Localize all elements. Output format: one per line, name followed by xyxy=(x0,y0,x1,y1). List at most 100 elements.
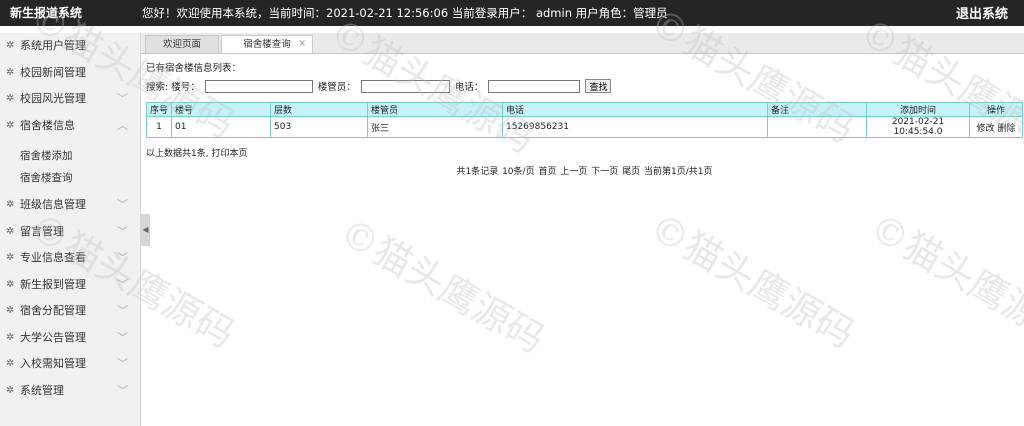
sidebar-item-dorm-allocation[interactable]: ✲ 宿舍分配管理 ﹀ xyxy=(0,298,140,325)
pager-per-page: 10条/页 xyxy=(502,167,535,177)
building-label: 楼号： xyxy=(171,82,200,93)
column-header: 楼号 xyxy=(171,102,271,117)
edit-link[interactable]: 修改 xyxy=(977,124,995,134)
column-header: 序号 xyxy=(146,102,172,117)
dorm-table: 序号 楼号 层数 楼管员 电话 备注 添加时间 操作 1 01 503 张三 1… xyxy=(146,102,1023,138)
pagination: 共1条记录 10条/页 首页 上一页 下一页 尾页 当前第1页/共1页 xyxy=(146,164,1023,177)
manager-input[interactable] xyxy=(360,79,450,93)
sidebar-subitem-dorm-query[interactable]: 宿舍楼查询 xyxy=(0,167,140,189)
column-header: 楼管员 xyxy=(367,102,503,117)
delete-link[interactable]: 删除 xyxy=(997,124,1015,134)
table-header-row: 序号 楼号 层数 楼管员 电话 备注 添加时间 操作 xyxy=(146,102,1023,117)
chevron-down-icon: ﹀ xyxy=(117,304,128,317)
welcome-status: 您好！欢迎使用本系统，当前时间：2021-02-21 12:56:06 当前登录… xyxy=(142,6,668,20)
building-input[interactable] xyxy=(204,79,313,93)
chevron-down-icon: ﹀ xyxy=(117,330,128,344)
sidebar-item-label: 新生报到管理 xyxy=(20,277,86,291)
column-header: 层数 xyxy=(270,102,368,117)
sidebar-item-scenery[interactable]: ✲ 校园风光管理 ﹀ xyxy=(0,86,140,113)
sidebar-item-majors[interactable]: ✲ 专业信息查看 ﹀ xyxy=(0,245,140,272)
sidebar-item-label: 宿舍分配管理 xyxy=(20,304,86,317)
cell-actions: 修改 删除 xyxy=(969,116,1023,138)
sidebar-item-label: 班级信息管理 xyxy=(20,198,86,211)
sidebar-collapse-handle[interactable]: ◀ xyxy=(141,214,150,246)
chevron-up-icon: ︿ xyxy=(117,118,128,132)
summary-text: 以上数据共1条, xyxy=(146,149,209,159)
gear-icon: ✲ xyxy=(6,278,15,290)
print-link[interactable]: 打印本页 xyxy=(211,149,247,159)
gear-icon: ✲ xyxy=(6,66,15,78)
tab-label: 宿舍楼查询 xyxy=(243,39,291,50)
column-header: 电话 xyxy=(502,102,768,117)
tab-welcome[interactable]: 欢迎页面 xyxy=(145,35,219,53)
cell-phone: 15269856231 xyxy=(502,116,768,138)
phone-label: 电话： xyxy=(454,82,484,93)
column-header: 添加时间 xyxy=(866,102,970,117)
cell-floors: 503 xyxy=(270,116,368,138)
chevron-down-icon: ﹀ xyxy=(117,357,128,370)
chevron-down-icon: ﹀ xyxy=(117,224,128,238)
gear-icon: ✲ xyxy=(6,358,15,369)
search-button[interactable]: 查找 xyxy=(585,79,612,93)
pager-total: 共1条记录 xyxy=(456,167,499,177)
close-icon[interactable]: ✕ xyxy=(298,36,306,53)
gear-icon: ✲ xyxy=(6,199,15,210)
cell-note xyxy=(767,116,867,138)
gear-icon: ✲ xyxy=(6,305,15,316)
sidebar-item-class[interactable]: ✲ 班级信息管理 ﹀ xyxy=(0,192,140,219)
gear-icon: ✲ xyxy=(6,384,15,396)
pager-next[interactable]: 下一页 xyxy=(591,167,618,177)
cell-building: 01 xyxy=(171,116,271,138)
sidebar-item-announcements[interactable]: ✲ 大学公告管理 ﹀ xyxy=(0,325,140,352)
sidebar-item-registration[interactable]: ✲ 新生报到管理 ﹀ xyxy=(0,272,140,299)
tab-dorm-query[interactable]: 宿舍楼查询 ✕ xyxy=(221,35,313,53)
cell-manager: 张三 xyxy=(367,116,503,138)
gear-icon: ✲ xyxy=(6,119,15,131)
gear-icon: ✲ xyxy=(6,40,15,51)
column-header: 备注 xyxy=(767,102,867,117)
gear-icon: ✲ xyxy=(6,225,15,237)
cell-time: 2021-02-21 10:45:54.0 xyxy=(866,116,970,138)
sidebar-item-label: 校园风光管理 xyxy=(20,92,86,105)
gear-icon: ✲ xyxy=(6,252,15,263)
sidebar-item-dorm-building[interactable]: ✲ 宿舍楼信息 ︿ xyxy=(0,113,140,140)
record-summary: 以上数据共1条, 打印本页 xyxy=(146,146,247,159)
chevron-down-icon: ﹀ xyxy=(117,92,128,105)
sidebar-item-system[interactable]: ✲ 系统管理 ﹀ xyxy=(0,378,140,405)
sidebar-item-label: 大学公告管理 xyxy=(20,330,86,344)
sidebar: ✲ 系统用户管理 ✲ 校园新闻管理 ✲ 校园风光管理 ﹀ ✲ 宿舍楼信息 ︿ 宿… xyxy=(0,33,141,426)
watermark: ©猫头鹰源码 xyxy=(642,204,862,357)
sidebar-item-label: 校园新闻管理 xyxy=(20,65,86,79)
pager-last[interactable]: 尾页 xyxy=(622,167,640,177)
search-bar: 搜索: 楼号： 楼管员： 电话： 查找 xyxy=(146,79,612,95)
manager-label: 楼管员： xyxy=(317,82,356,93)
cell-index: 1 xyxy=(146,116,172,138)
logout-button[interactable]: 退出系统 xyxy=(956,3,1008,22)
gear-icon: ✲ xyxy=(6,93,15,104)
search-prefix: 搜索: xyxy=(146,82,169,93)
sidebar-item-label: 系统用户管理 xyxy=(20,39,86,52)
pager-first[interactable]: 首页 xyxy=(538,167,556,177)
sidebar-item-label: 系统管理 xyxy=(20,383,64,397)
sidebar-item-user-management[interactable]: ✲ 系统用户管理 xyxy=(0,33,140,60)
list-title: 已有宿舍楼信息列表： xyxy=(146,63,242,74)
column-header: 操作 xyxy=(969,102,1023,117)
top-header: 新生报道系统 您好！欢迎使用本系统，当前时间：2021-02-21 12:56:… xyxy=(0,0,1024,26)
sidebar-item-label: 宿舍楼信息 xyxy=(20,118,75,132)
phone-input[interactable] xyxy=(488,79,581,93)
sidebar-item-admission-notice[interactable]: ✲ 入校需知管理 ﹀ xyxy=(0,351,140,378)
tab-bar: 欢迎页面 宿舍楼查询 ✕ xyxy=(141,33,1024,54)
chevron-down-icon: ﹀ xyxy=(117,277,128,291)
sidebar-item-news[interactable]: ✲ 校园新闻管理 xyxy=(0,60,140,87)
sidebar-item-label: 入校需知管理 xyxy=(20,357,86,370)
sidebar-subitem-dorm-add[interactable]: 宿舍楼添加 xyxy=(0,145,140,167)
sidebar-item-messages[interactable]: ✲ 留言管理 ﹀ xyxy=(0,219,140,246)
sidebar-item-label: 留言管理 xyxy=(20,224,64,238)
app-title: 新生报道系统 xyxy=(10,6,83,20)
sidebar-item-label: 专业信息查看 xyxy=(20,251,86,264)
watermark: ©猫头鹰源码 xyxy=(332,209,552,362)
pager-current: 当前第1页/共1页 xyxy=(644,167,713,177)
chevron-down-icon: ﹀ xyxy=(117,251,128,264)
caret-left-icon: ◀ xyxy=(142,225,149,234)
pager-prev[interactable]: 上一页 xyxy=(560,167,587,177)
